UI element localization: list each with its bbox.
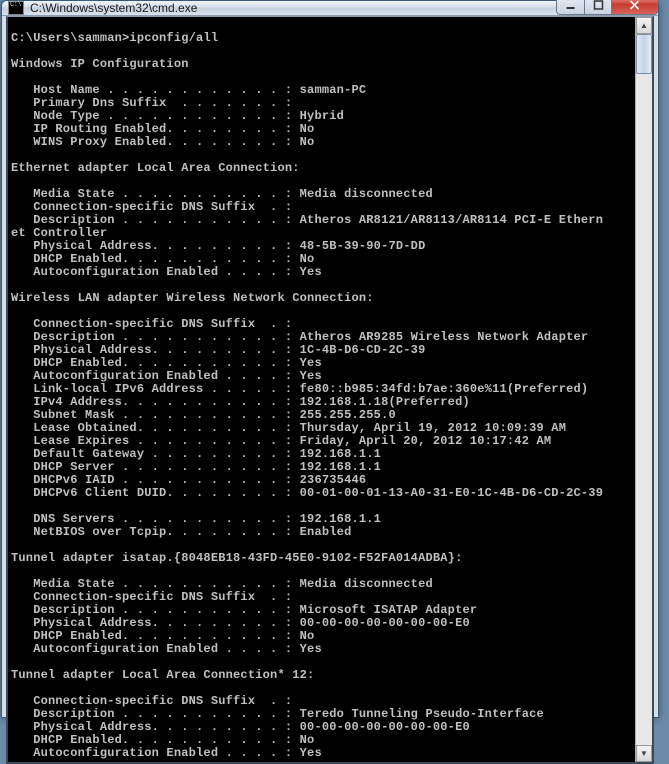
- wins-proxy-label: WINS Proxy Enabled. . . . . . . . :: [11, 135, 300, 149]
- tun2-autoconf: Yes: [300, 746, 322, 760]
- wlan-lease-exp: Friday, April 20, 2012 10:17:42 AM: [300, 434, 552, 448]
- scrollbar-track[interactable]: [636, 34, 652, 745]
- eth-dhcp-label: DHCP Enabled. . . . . . . . . . . :: [11, 252, 300, 266]
- eth-dns-suffix: Connection-specific DNS Suffix . :: [11, 200, 292, 214]
- wlan-netbios: Enabled: [300, 525, 352, 539]
- maximize-button[interactable]: [584, 0, 612, 15]
- tun2-dhcp-label: DHCP Enabled. . . . . . . . . . . :: [11, 733, 300, 747]
- eth-desc-wrap: et Controller: [11, 226, 107, 240]
- ip-routing-label: IP Routing Enabled. . . . . . . . :: [11, 122, 300, 136]
- eth-phys-label: Physical Address. . . . . . . . . :: [11, 239, 300, 253]
- prompt-command: ipconfig/all: [129, 31, 218, 45]
- minimize-icon: [565, 0, 576, 10]
- wlan-lease-exp-label: Lease Expires . . . . . . . . . . :: [11, 434, 300, 448]
- cmd-icon: [8, 1, 24, 15]
- wlan-autoconf: Yes: [300, 369, 322, 383]
- tun1-phys-label: Physical Address. . . . . . . . . :: [11, 616, 300, 630]
- wlan-dns: 192.168.1.1: [300, 512, 381, 526]
- scroll-up-button[interactable]: ▲: [636, 17, 652, 34]
- wlan-dns-suffix: Connection-specific DNS Suffix . :: [11, 317, 292, 331]
- close-button[interactable]: [612, 0, 658, 15]
- wlan-ipv4-label: IPv4 Address. . . . . . . . . . . :: [11, 395, 300, 409]
- minimize-button[interactable]: [556, 0, 584, 15]
- titlebar[interactable]: C:\Windows\system32\cmd.exe: [2, 1, 658, 16]
- wlan-subnet-label: Subnet Mask . . . . . . . . . . . :: [11, 408, 300, 422]
- wlan-desc-label: Description . . . . . . . . . . . :: [11, 330, 300, 344]
- tun1-autoconf-label: Autoconfiguration Enabled . . . . :: [11, 642, 300, 656]
- eth-desc-label: Description . . . . . . . . . . . :: [11, 213, 300, 227]
- tun2-desc: Teredo Tunneling Pseudo-Interface: [300, 707, 544, 721]
- cmd-window: C:\Windows\system32\cmd.exe C:\Users\sam…: [1, 0, 659, 718]
- ip-routing: No: [300, 122, 315, 136]
- tun2-title: Tunnel adapter Local Area Connection* 12…: [11, 668, 314, 682]
- tun1-autoconf: Yes: [300, 642, 322, 656]
- wlan-duid: 00-01-00-01-13-A0-31-E0-1C-4B-D6-CD-2C-3…: [300, 486, 603, 500]
- wlan-ipv4: 192.168.1.18(Preferred): [300, 395, 470, 409]
- eth-desc: Atheros AR8121/AR8113/AR8114 PCI-E Ether…: [300, 213, 603, 227]
- maximize-icon: [593, 0, 604, 10]
- wlan-dhcpsrv-label: DHCP Server . . . . . . . . . . . :: [11, 460, 300, 474]
- tun2-autoconf-label: Autoconfiguration Enabled . . . . :: [11, 746, 300, 760]
- wlan-dns-label: DNS Servers . . . . . . . . . . . :: [11, 512, 300, 526]
- content-area: C:\Users\samman>ipconfig/all Windows IP …: [6, 16, 654, 764]
- wlan-desc: Atheros AR9285 Wireless Network Adapter: [300, 330, 589, 344]
- wlan-dhcpsrv: 192.168.1.1: [300, 460, 381, 474]
- tun1-dhcp: No: [300, 629, 315, 643]
- eth-autoconf: Yes: [300, 265, 322, 279]
- chevron-up-icon: ▲: [640, 21, 648, 30]
- wlan-iaid: 236735446: [300, 473, 367, 487]
- node-type: Hybrid: [300, 109, 344, 123]
- wlan-autoconf-label: Autoconfiguration Enabled . . . . :: [11, 369, 300, 383]
- tun1-phys: 00-00-00-00-00-00-00-E0: [300, 616, 470, 630]
- tun1-media-state: Media disconnected: [300, 577, 433, 591]
- tun1-desc-label: Description . . . . . . . . . . . :: [11, 603, 300, 617]
- eth-title: Ethernet adapter Local Area Connection:: [11, 161, 300, 175]
- wlan-netbios-label: NetBIOS over Tcpip. . . . . . . . :: [11, 525, 300, 539]
- tun2-dns-suffix: Connection-specific DNS Suffix . :: [11, 694, 292, 708]
- prompt-path: C:\Users\samman>: [11, 31, 129, 45]
- wlan-llipv6-label: Link-local IPv6 Address . . . . . :: [11, 382, 300, 396]
- tun1-media-state-label: Media State . . . . . . . . . . . :: [11, 577, 300, 591]
- wlan-gateway-label: Default Gateway . . . . . . . . . :: [11, 447, 300, 461]
- wlan-lease-obt-label: Lease Obtained. . . . . . . . . . :: [11, 421, 300, 435]
- tun1-dns-suffix: Connection-specific DNS Suffix . :: [11, 590, 292, 604]
- tun2-phys-label: Physical Address. . . . . . . . . :: [11, 720, 300, 734]
- wlan-duid-label: DHCPv6 Client DUID. . . . . . . . :: [11, 486, 300, 500]
- tun1-desc: Microsoft ISATAP Adapter: [300, 603, 478, 617]
- wlan-gateway: 192.168.1.1: [300, 447, 381, 461]
- window-title: C:\Windows\system32\cmd.exe: [30, 1, 556, 15]
- tun2-phys: 00-00-00-00-00-00-00-E0: [300, 720, 470, 734]
- window-controls: [556, 0, 658, 15]
- wlan-llipv6: fe80::b985:34fd:b7ae:360e%11(Preferred): [300, 382, 589, 396]
- wlan-phys-label: Physical Address. . . . . . . . . :: [11, 343, 300, 357]
- eth-autoconf-label: Autoconfiguration Enabled . . . . :: [11, 265, 300, 279]
- scrollbar: ▲ ▼: [635, 17, 652, 762]
- wlan-lease-obt: Thursday, April 19, 2012 10:09:39 AM: [300, 421, 566, 435]
- terminal-output[interactable]: C:\Users\samman>ipconfig/all Windows IP …: [8, 17, 635, 762]
- tun2-dhcp: No: [300, 733, 315, 747]
- ipconfig-header: Windows IP Configuration: [11, 57, 189, 71]
- host-name-label: Host Name . . . . . . . . . . . . :: [11, 83, 300, 97]
- scrollbar-thumb[interactable]: [636, 34, 652, 74]
- tun2-desc-label: Description . . . . . . . . . . . :: [11, 707, 300, 721]
- wlan-subnet: 255.255.255.0: [300, 408, 396, 422]
- eth-media-state: Media disconnected: [300, 187, 433, 201]
- eth-media-state-label: Media State . . . . . . . . . . . :: [11, 187, 300, 201]
- eth-phys: 48-5B-39-90-7D-DD: [300, 239, 426, 253]
- wlan-phys: 1C-4B-D6-CD-2C-39: [300, 343, 426, 357]
- eth-dhcp: No: [300, 252, 315, 266]
- node-type-label: Node Type . . . . . . . . . . . . :: [11, 109, 300, 123]
- tun1-title: Tunnel adapter isatap.{8048EB18-43FD-45E…: [11, 551, 462, 565]
- chevron-down-icon: ▼: [640, 749, 648, 758]
- wlan-iaid-label: DHCPv6 IAID . . . . . . . . . . . :: [11, 473, 300, 487]
- wlan-dhcp: Yes: [300, 356, 322, 370]
- close-icon: [629, 0, 640, 10]
- host-name: samman-PC: [300, 83, 367, 97]
- wlan-dhcp-label: DHCP Enabled. . . . . . . . . . . :: [11, 356, 300, 370]
- wlan-title: Wireless LAN adapter Wireless Network Co…: [11, 291, 374, 305]
- wins-proxy: No: [300, 135, 315, 149]
- tun1-dhcp-label: DHCP Enabled. . . . . . . . . . . :: [11, 629, 300, 643]
- scroll-down-button[interactable]: ▼: [636, 745, 652, 762]
- primary-dns-suffix: Primary Dns Suffix . . . . . . . :: [11, 96, 292, 110]
